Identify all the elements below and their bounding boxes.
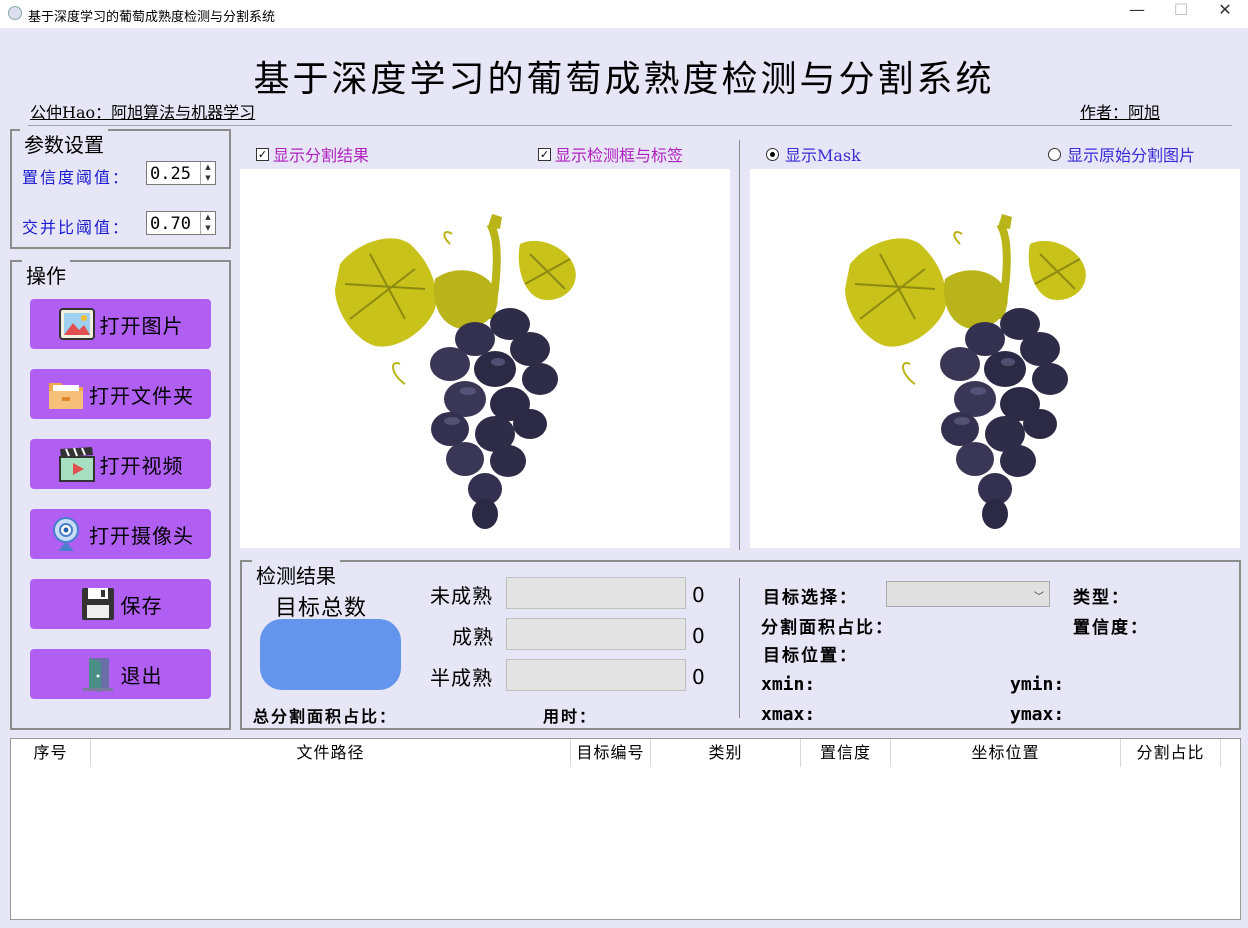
iou-value: 0.70 [150, 214, 191, 234]
results-divider [739, 578, 740, 718]
results-title: 检测结果 [252, 560, 340, 589]
app-icon [8, 6, 22, 20]
ripe-label: 成熟 [452, 625, 494, 649]
author-note: 作者：阿旭 [1080, 103, 1161, 122]
confidence-label: 置信度阈值： [22, 168, 131, 187]
spin-down-icon[interactable]: ▼ [201, 223, 215, 234]
video-icon [58, 447, 95, 482]
radio-unselected-icon[interactable] [1048, 147, 1061, 161]
type-label: 类型： [1073, 588, 1130, 608]
ripe-field [506, 618, 686, 650]
grape-mask-image [845, 214, 1086, 529]
page-title: 基于深度学习的葡萄成熟度检测与分割系统 [253, 59, 995, 100]
spin-up-icon[interactable]: ▲ [201, 162, 215, 173]
confidence-value: 0.25 [150, 164, 191, 184]
column-header-index[interactable]: 序号 [11, 739, 91, 767]
mask-image-panel [750, 169, 1240, 548]
checkbox-checked-icon[interactable]: ✓ [538, 147, 551, 161]
open-camera-button[interactable]: 打开摄像头 [30, 509, 211, 559]
spin-down-icon[interactable]: ▼ [201, 173, 215, 184]
iou-label: 交并比阈值： [22, 218, 131, 237]
save-label: 保存 [120, 593, 163, 618]
image-icon [58, 308, 95, 340]
chevron-down-icon: ﹀ [1034, 592, 1044, 603]
unripe-count: 0 [692, 583, 705, 607]
maximize-button[interactable]: ☐ [1158, 0, 1204, 28]
column-header-confidence[interactable]: 置信度 [801, 739, 891, 767]
column-header-area-ratio[interactable]: 分割占比 [1121, 739, 1221, 767]
window-titlebar: 基于深度学习的葡萄成熟度检测与分割系统 — ☐ ✕ [0, 0, 1248, 28]
target-select-dropdown[interactable]: ﹀ [886, 581, 1050, 607]
ripe-count: 0 [692, 624, 705, 648]
open-folder-button[interactable]: 打开文件夹 [30, 369, 211, 419]
confidence-spinbox[interactable]: 0.25 ▲ ▼ [146, 161, 216, 185]
account-note: 公仲Hao：阿旭算法与机器学习 [30, 103, 256, 122]
show-boxes-checkbox[interactable]: ✓ 显示检测框与标签 [538, 142, 683, 166]
operations-title: 操作 [22, 260, 70, 289]
minimize-button[interactable]: — [1114, 0, 1160, 28]
spin-up-icon[interactable]: ▲ [201, 212, 215, 223]
iou-spinbox[interactable]: 0.70 ▲ ▼ [146, 211, 216, 235]
total-count-badge [260, 619, 401, 690]
open-folder-label: 打开文件夹 [89, 383, 194, 408]
exit-button[interactable]: 退出 [30, 649, 211, 699]
show-segmentation-checkbox[interactable]: ✓ 显示分割结果 [256, 142, 369, 166]
original-image-panel [240, 169, 730, 548]
header-divider [28, 125, 1232, 126]
column-header-class[interactable]: 类别 [651, 739, 801, 767]
folder-icon [49, 383, 83, 409]
column-header-coordinates[interactable]: 坐标位置 [891, 739, 1121, 767]
confidence-result-label: 置信度： [1073, 618, 1149, 638]
window-title: 基于深度学习的葡萄成熟度检测与分割系统 [28, 10, 276, 25]
ymax-label: ymax: [1010, 704, 1065, 725]
camera-icon [53, 517, 79, 551]
position-label: 目标位置： [763, 646, 858, 666]
open-video-label: 打开视频 [99, 453, 184, 478]
half-ripe-field [506, 659, 686, 691]
params-title: 参数设置 [20, 129, 108, 158]
params-group: 参数设置 置信度阈值： 0.25 ▲ ▼ 交并比阈值： 0.70 ▲ ▼ [10, 129, 231, 249]
half-ripe-label: 半成熟 [430, 666, 493, 690]
column-header-path[interactable]: 文件路径 [91, 739, 571, 767]
grape-image [335, 214, 576, 529]
radio-selected-icon[interactable] [766, 147, 779, 161]
checkbox-checked-icon[interactable]: ✓ [256, 147, 269, 161]
show-mask-label: 显示Mask [785, 146, 861, 165]
show-original-radio[interactable]: 显示原始分割图片 [1048, 142, 1195, 166]
save-button[interactable]: 保存 [30, 579, 211, 629]
close-button[interactable]: ✕ [1202, 0, 1248, 28]
total-label: 目标总数 [275, 596, 368, 621]
total-area-label: 总分割面积占比： [253, 707, 398, 726]
ymin-label: ymin: [1010, 674, 1065, 695]
open-camera-label: 打开摄像头 [89, 523, 194, 548]
image-panels-divider [739, 140, 740, 550]
target-select-label: 目标选择： [763, 588, 858, 608]
open-image-button[interactable]: 打开图片 [30, 299, 211, 349]
unripe-label: 未成熟 [430, 584, 493, 608]
show-original-label: 显示原始分割图片 [1067, 146, 1196, 165]
time-label: 用时： [543, 707, 598, 726]
xmax-label: xmax: [761, 704, 816, 725]
xmin-label: xmin: [761, 674, 816, 695]
column-header-target-id[interactable]: 目标编号 [571, 739, 651, 767]
exit-icon [82, 658, 113, 692]
show-segmentation-label: 显示分割结果 [273, 146, 370, 165]
show-mask-radio[interactable]: 显示Mask [766, 142, 861, 166]
half-ripe-count: 0 [692, 665, 705, 689]
results-table[interactable]: 序号 文件路径 目标编号 类别 置信度 坐标位置 分割占比 [10, 738, 1241, 920]
show-boxes-label: 显示检测框与标签 [555, 146, 684, 165]
exit-label: 退出 [120, 663, 163, 688]
unripe-field [506, 577, 686, 609]
area-ratio-label: 分割面积占比： [761, 618, 894, 638]
save-icon [81, 588, 114, 620]
open-video-button[interactable]: 打开视频 [30, 439, 211, 489]
open-image-label: 打开图片 [99, 313, 184, 338]
